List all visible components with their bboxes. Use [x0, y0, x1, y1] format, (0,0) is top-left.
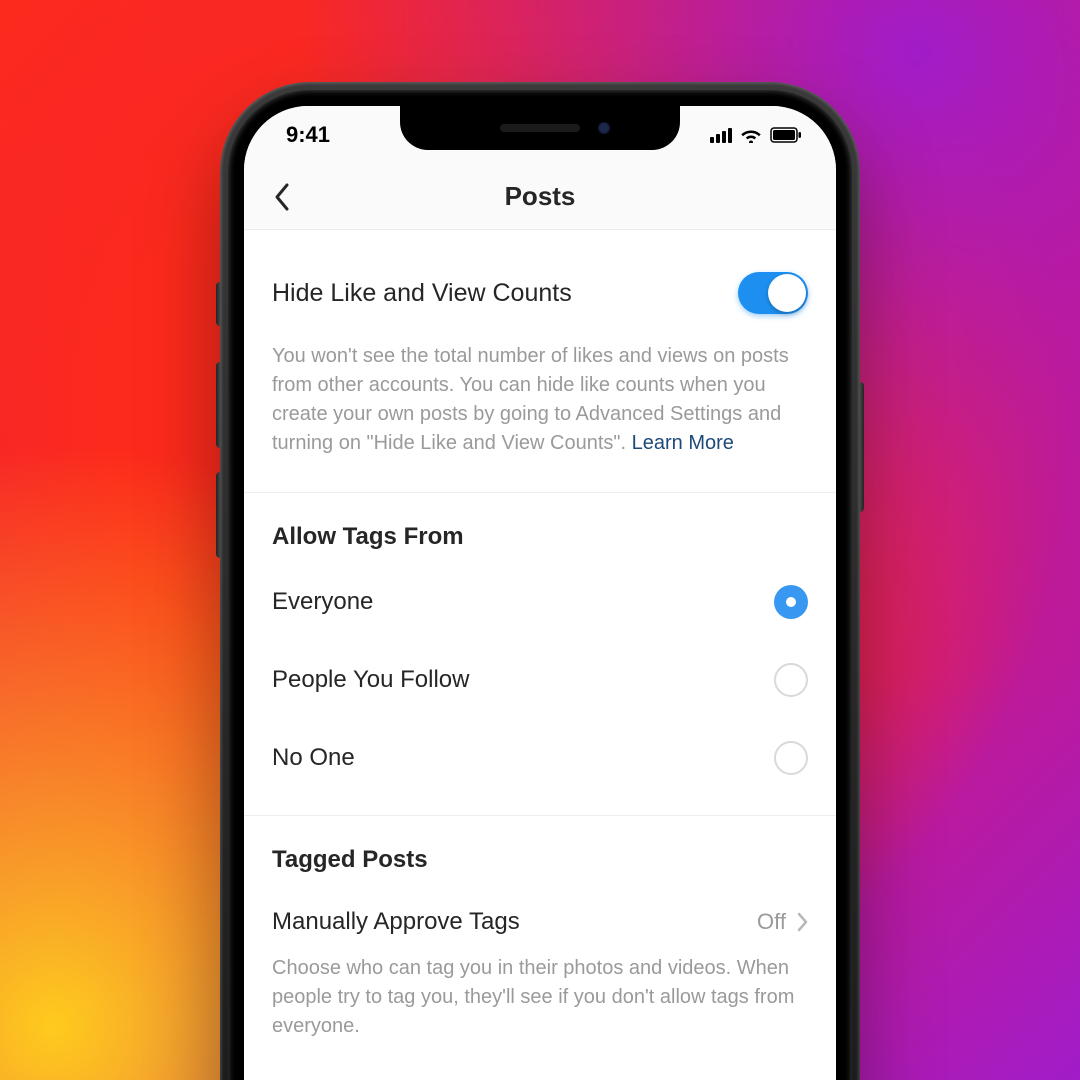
- phone-speaker: [500, 124, 580, 132]
- phone-notch: [400, 106, 680, 150]
- learn-more-link[interactable]: Learn More: [632, 432, 734, 454]
- manually-approve-label: Manually Approve Tags: [272, 908, 520, 936]
- chevron-right-icon: [796, 912, 808, 932]
- radio-label: Everyone: [272, 588, 373, 616]
- status-indicators: [710, 127, 802, 143]
- phone-screen: 9:41 Posts: [244, 106, 836, 1080]
- tagged-posts-section: Tagged Posts Manually Approve Tags Off C…: [244, 816, 836, 1075]
- phone-frame: 9:41 Posts: [220, 82, 860, 1080]
- status-time: 9:41: [286, 122, 330, 148]
- chevron-left-icon: [273, 182, 291, 212]
- page-title: Posts: [244, 181, 836, 212]
- gradient-background: 9:41 Posts: [0, 0, 1080, 1080]
- hide-likes-toggle[interactable]: [738, 272, 808, 314]
- hide-likes-description: You won't see the total number of likes …: [272, 342, 808, 492]
- manually-approve-tags-row[interactable]: Manually Approve Tags Off: [272, 886, 808, 954]
- hide-likes-label: Hide Like and View Counts: [272, 279, 572, 308]
- hide-likes-section: Hide Like and View Counts You won't see …: [244, 230, 836, 493]
- phone-front-camera: [598, 122, 610, 134]
- manually-approve-value: Off: [757, 909, 786, 935]
- allow-tags-section: Allow Tags From Everyone People You Foll…: [244, 493, 836, 816]
- allow-tags-header: Allow Tags From: [272, 493, 808, 563]
- radio-label: People You Follow: [272, 666, 469, 694]
- battery-icon: [770, 127, 802, 143]
- manually-approve-value-group: Off: [757, 909, 808, 935]
- tagged-posts-description: Choose who can tag you in their photos a…: [272, 954, 808, 1075]
- nav-header: Posts: [244, 164, 836, 230]
- toggle-knob: [768, 274, 806, 312]
- radio-option-no-one[interactable]: No One: [272, 719, 808, 797]
- allow-tags-options: Everyone People You Follow No One: [272, 563, 808, 815]
- back-button[interactable]: [264, 179, 300, 215]
- radio-label: No One: [272, 744, 355, 772]
- settings-content: Hide Like and View Counts You won't see …: [244, 230, 836, 1075]
- radio-option-people-you-follow[interactable]: People You Follow: [272, 641, 808, 719]
- radio-option-everyone[interactable]: Everyone: [272, 563, 808, 641]
- radio-indicator-selected: [774, 585, 808, 619]
- cellular-icon: [710, 127, 732, 143]
- radio-indicator: [774, 663, 808, 697]
- radio-indicator: [774, 741, 808, 775]
- tagged-posts-header: Tagged Posts: [272, 816, 808, 886]
- hide-likes-row: Hide Like and View Counts: [272, 230, 808, 342]
- wifi-icon: [740, 127, 762, 143]
